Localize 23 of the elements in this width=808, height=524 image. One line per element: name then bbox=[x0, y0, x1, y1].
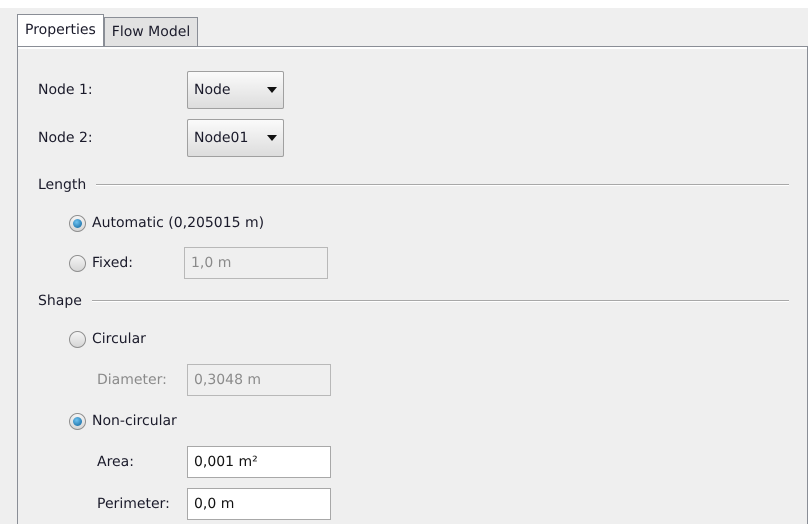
option-label[interactable]: Fixed: bbox=[92, 252, 184, 274]
caret-icon bbox=[267, 135, 277, 141]
tab[interactable]: Flow Model bbox=[104, 17, 198, 46]
section-heading: Length bbox=[38, 176, 88, 194]
text-field[interactable]: 0,0 m bbox=[187, 488, 331, 520]
caret-icon bbox=[267, 87, 277, 93]
radio-button[interactable] bbox=[69, 214, 86, 232]
tab[interactable]: Properties bbox=[17, 14, 104, 46]
radio-button[interactable] bbox=[69, 254, 86, 272]
section-heading: Shape bbox=[38, 292, 83, 310]
dropdown[interactable]: Node01 bbox=[187, 119, 284, 157]
field-label: Area: bbox=[97, 452, 135, 472]
dropdown[interactable]: Node bbox=[187, 71, 284, 109]
combo-label: Node 2: bbox=[38, 128, 94, 148]
combo-label: Node 1: bbox=[38, 80, 94, 100]
radio-button[interactable] bbox=[69, 330, 86, 348]
option-label[interactable]: Non-circular bbox=[92, 410, 184, 432]
text-field[interactable]: 0,001 m² bbox=[187, 446, 331, 478]
option-label[interactable]: Automatic (0,205015 m) bbox=[92, 212, 264, 234]
option-label[interactable]: Circular bbox=[92, 328, 184, 350]
field-label: Diameter: bbox=[97, 370, 168, 390]
radio-button[interactable] bbox=[69, 412, 86, 430]
field-label: Perimeter: bbox=[97, 494, 171, 514]
